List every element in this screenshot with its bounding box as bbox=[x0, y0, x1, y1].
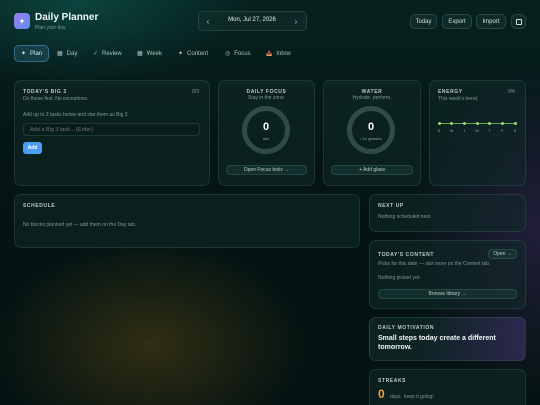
calendar-icon: ▦ bbox=[137, 51, 143, 57]
tab-label: Inbox bbox=[276, 50, 291, 57]
energy-day-label: F bbox=[501, 128, 504, 133]
open-focus-tools-button[interactable]: Open Focus tools → bbox=[226, 165, 307, 175]
calendar-icon: ▦ bbox=[57, 51, 63, 57]
big3-count: 0/3 bbox=[192, 89, 199, 95]
tab-label: Day bbox=[66, 50, 78, 57]
energy-point bbox=[475, 122, 479, 125]
add-task-button[interactable]: Add bbox=[23, 142, 42, 154]
water-glasses: 0 bbox=[367, 121, 375, 133]
export-button[interactable]: Export bbox=[442, 14, 472, 29]
big3-task-input[interactable] bbox=[23, 123, 200, 136]
view-toggle-button[interactable] bbox=[511, 14, 526, 29]
tab-day[interactable]: ▦ Day bbox=[51, 45, 83, 62]
motivation-quote: Small steps today create a different tom… bbox=[378, 335, 496, 351]
tab-label: Plan bbox=[30, 50, 43, 57]
energy-day-label: T bbox=[488, 128, 491, 133]
focus-minutes: 0 bbox=[262, 121, 270, 133]
schedule-title: SCHEDULE bbox=[23, 203, 56, 209]
today-button[interactable]: Today bbox=[410, 14, 437, 29]
big3-hint: Add up to 3 tasks below and star them as… bbox=[23, 112, 129, 118]
tab-week[interactable]: ▦ Week bbox=[131, 45, 168, 62]
inbox-icon: 📥 bbox=[266, 50, 273, 57]
energy-day-label: S bbox=[437, 128, 441, 133]
streak-count: 0 bbox=[378, 387, 385, 401]
next-up-card bbox=[369, 194, 526, 232]
browse-library-button[interactable]: Browse library → bbox=[378, 289, 517, 299]
schedule-card bbox=[14, 194, 360, 248]
energy-point bbox=[437, 122, 441, 125]
tab-label: Review bbox=[102, 50, 122, 57]
app-subtitle: Plan your day bbox=[35, 25, 66, 31]
next-up-title: NEXT UP bbox=[378, 203, 404, 209]
sparkle-icon: ✦ bbox=[18, 16, 26, 26]
tab-content[interactable]: ✦ Content bbox=[172, 45, 214, 62]
check-icon: ✓ bbox=[93, 51, 99, 57]
big3-subtitle: Do these first. No exceptions. bbox=[23, 96, 89, 102]
tab-plan[interactable]: ✦ Plan bbox=[14, 45, 50, 62]
streak-unit: days bbox=[390, 394, 401, 400]
tab-label: Focus bbox=[234, 50, 251, 57]
tab-focus[interactable]: ◎ Focus bbox=[219, 45, 257, 62]
content-hint: Picks for this date — star more on the C… bbox=[378, 261, 491, 267]
app-title: Daily Planner bbox=[35, 12, 99, 23]
energy-day-label: W bbox=[475, 128, 479, 133]
sparkle-icon: ✦ bbox=[21, 51, 27, 57]
content-empty: Nothing picked yet. bbox=[378, 275, 421, 281]
energy-point bbox=[500, 122, 504, 125]
tab-review[interactable]: ✓ Review bbox=[87, 45, 128, 62]
focus-subtitle: Stay in the zone. bbox=[247, 95, 286, 101]
energy-percent: 0% bbox=[508, 89, 516, 95]
next-up-empty: Nothing scheduled next. bbox=[378, 214, 432, 220]
focus-unit: min bbox=[262, 136, 270, 141]
window-icon bbox=[515, 18, 522, 25]
next-day-button[interactable]: › bbox=[290, 14, 302, 28]
content-title: TODAY'S CONTENT bbox=[378, 252, 435, 258]
energy-day-label: T bbox=[463, 128, 466, 133]
tab-label: Content bbox=[187, 50, 209, 57]
schedule-empty: No blocks planned yet — add them on the … bbox=[23, 222, 137, 228]
energy-day-label: S bbox=[513, 128, 517, 133]
streaks-title: STREAKS bbox=[378, 378, 407, 384]
app-logo: ✦ bbox=[14, 13, 30, 29]
water-unit: / 10 glasses bbox=[360, 136, 382, 141]
target-icon: ◎ bbox=[225, 51, 231, 57]
energy-day-label: M bbox=[449, 128, 454, 133]
streak-note: keep it going! bbox=[404, 394, 434, 400]
add-glass-button[interactable]: + Add glass bbox=[331, 165, 413, 175]
tab-inbox[interactable]: 📥 Inbox bbox=[260, 45, 297, 62]
sparkle-icon: ✦ bbox=[178, 51, 184, 57]
energy-title: ENERGY bbox=[438, 89, 463, 95]
energy-point bbox=[462, 122, 466, 125]
water-subtitle: Hydrate, perform. bbox=[352, 95, 392, 101]
current-date[interactable]: Mon, Jul 27, 2026 bbox=[218, 17, 286, 23]
big3-title: TODAY'S BIG 3 bbox=[23, 89, 67, 95]
prev-day-button[interactable]: ‹ bbox=[202, 14, 214, 28]
tab-label: Week bbox=[146, 50, 162, 57]
open-content-button[interactable]: Open → bbox=[488, 249, 517, 259]
import-button[interactable]: Import bbox=[476, 14, 506, 29]
motivation-title: DAILY MOTIVATION bbox=[378, 325, 435, 331]
energy-point bbox=[513, 122, 517, 125]
energy-subtitle: This week's trend. bbox=[438, 96, 479, 102]
